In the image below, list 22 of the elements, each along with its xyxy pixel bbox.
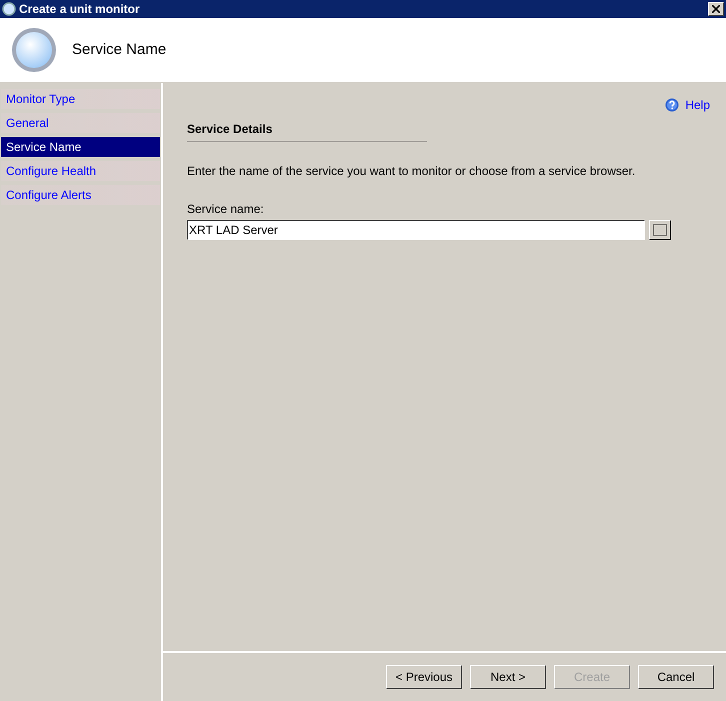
close-icon xyxy=(712,5,720,13)
field-label: Service name: xyxy=(187,201,265,218)
window-title: Create a unit monitor xyxy=(19,1,140,18)
help-link[interactable]: Help xyxy=(685,96,710,114)
circle-icon xyxy=(10,26,58,74)
sidebar-item[interactable]: General xyxy=(1,113,160,133)
service-name-field[interactable]: XRT LAD Server xyxy=(187,220,645,240)
ellipsis-icon xyxy=(653,224,667,236)
circle-icon xyxy=(2,2,16,16)
sidebar-item[interactable]: Monitor Type xyxy=(1,89,160,109)
sidebar-item[interactable]: Configure Health xyxy=(1,161,160,181)
wizard-button[interactable]: Next > xyxy=(470,665,546,689)
sidebar-item[interactable]: Service Name xyxy=(1,137,160,157)
wizard-button[interactable]: Cancel xyxy=(638,665,714,689)
help-icon[interactable] xyxy=(665,98,680,112)
close-button[interactable] xyxy=(708,2,724,16)
description-text: Enter the name of the service you want to monitor or choose from a service browser. xyxy=(187,163,636,180)
page-title: Service Name xyxy=(72,40,166,60)
browse-button[interactable] xyxy=(649,220,671,240)
section-heading: Service Details xyxy=(187,120,427,142)
sidebar-item[interactable]: Configure Alerts xyxy=(1,185,160,205)
wizard-button[interactable]: < Previous xyxy=(386,665,462,689)
